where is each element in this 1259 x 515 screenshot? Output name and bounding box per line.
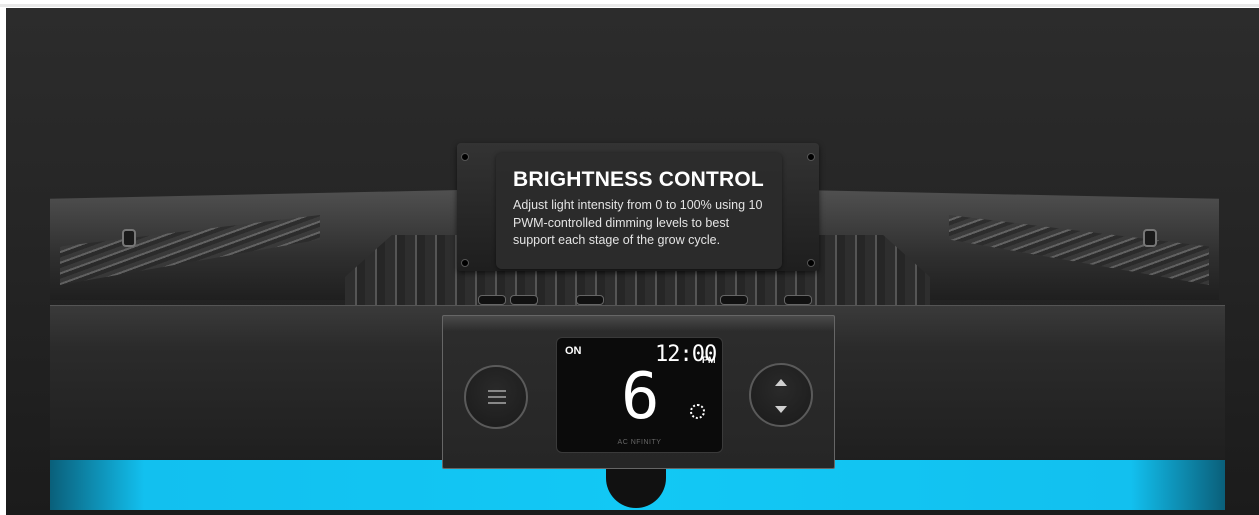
loading-spinner-icon <box>690 404 705 419</box>
arrow-down-icon <box>775 406 787 413</box>
clock-meridiem: PM <box>702 355 716 365</box>
vent-slot <box>784 295 812 305</box>
tooltip-title: BRIGHTNESS CONTROL <box>513 168 764 191</box>
vent-slot <box>576 295 604 305</box>
menu-button[interactable] <box>464 365 528 429</box>
left-mount-screw <box>122 229 136 247</box>
lcd-display: ON 12:00 PM 6 AC NFINITY <box>556 337 723 453</box>
brand-label: AC NFINITY <box>617 439 662 446</box>
vent-slot <box>478 295 506 305</box>
tooltip-description: Adjust light intensity from 0 to 100% us… <box>513 198 763 247</box>
arrow-up-icon <box>775 379 787 386</box>
top-divider <box>0 4 1259 7</box>
vent-slot <box>510 295 538 305</box>
brightness-level: 6 <box>621 360 660 434</box>
vent-slot <box>720 295 748 305</box>
power-status: ON <box>565 345 582 357</box>
up-down-button[interactable] <box>749 363 813 427</box>
right-mount-screw <box>1143 229 1157 247</box>
feature-tooltip: BRIGHTNESS CONTROL Adjust light intensit… <box>496 153 782 269</box>
